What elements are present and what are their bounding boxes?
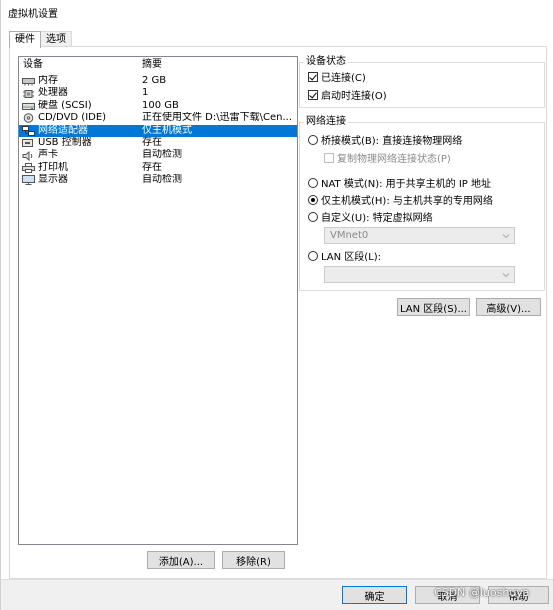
device-list[interactable]: 设备 摘要 内存 2 GB 处理器 1 硬盘 (SCSI) 100 GB CD/… xyxy=(18,56,298,545)
printer-icon xyxy=(22,162,35,173)
replicate-state-row[interactable]: 复制物理网络连接状态(P) xyxy=(324,151,451,165)
lan-segment-select[interactable] xyxy=(324,266,515,283)
custom-radio-row[interactable]: 自定义(U): 特定虚拟网络 xyxy=(308,210,433,224)
tab-hardware[interactable]: 硬件 xyxy=(9,31,41,48)
nat-label: NAT 模式(N): 用于共享主机的 IP 地址 xyxy=(321,179,491,190)
connected-checkbox[interactable] xyxy=(308,71,318,82)
connect-at-power-on-row[interactable]: 启动时连接(O) xyxy=(308,88,387,102)
tab-options[interactable]: 选项 xyxy=(40,31,72,47)
chevron-down-icon xyxy=(502,234,510,239)
title-bar[interactable]: 虚拟机设置 xyxy=(1,0,553,25)
connected-label: 已连接(C) xyxy=(321,73,366,84)
custom-radio[interactable] xyxy=(308,211,318,222)
device-status-group: 设备状态 已连接(C) 启动时连接(O) xyxy=(299,56,545,108)
device-summary: 自动检测 xyxy=(142,149,182,161)
host-only-radio[interactable] xyxy=(308,194,318,205)
bridged-radio[interactable] xyxy=(308,134,318,145)
nat-radio[interactable] xyxy=(308,177,318,188)
device-summary: 1 xyxy=(142,87,149,99)
device-row-network-adapter[interactable]: 网络适配器 仅主机模式 xyxy=(19,124,297,137)
lan-segment-radio[interactable] xyxy=(308,250,318,261)
device-rows: 内存 2 GB 处理器 1 硬盘 (SCSI) 100 GB CD/DVD (I… xyxy=(19,75,297,187)
device-name: CD/DVD (IDE) xyxy=(38,112,107,124)
device-row-printer[interactable]: 打印机 存在 xyxy=(19,162,297,174)
add-device-button[interactable]: 添加(A)... xyxy=(147,551,215,569)
device-name: 声卡 xyxy=(38,149,58,161)
device-summary: 仅主机模式 xyxy=(142,124,192,136)
device-summary: 存在 xyxy=(142,136,162,148)
lan-segment-label: LAN 区段(L): xyxy=(321,252,382,263)
custom-network-select[interactable]: VMnet0 xyxy=(324,227,515,244)
ok-button[interactable]: 确定 xyxy=(342,586,407,604)
host-only-label: 仅主机模式(H): 与主机共享的专用网络 xyxy=(321,196,493,207)
device-summary: 2 GB xyxy=(142,75,167,86)
connect-at-power-on-label: 启动时连接(O) xyxy=(321,91,387,102)
monitor-icon xyxy=(22,175,35,186)
usb-icon xyxy=(22,138,35,148)
processor-icon xyxy=(22,89,35,99)
device-summary: 存在 xyxy=(142,161,162,173)
network-adapter-icon xyxy=(22,125,35,136)
device-name: USB 控制器 xyxy=(38,136,92,148)
host-only-radio-row[interactable]: 仅主机模式(H): 与主机共享的专用网络 xyxy=(308,193,493,207)
device-row-display[interactable]: 显示器 自动检测 xyxy=(19,174,297,186)
device-row-hard-disk[interactable]: 硬盘 (SCSI) 100 GB xyxy=(19,100,297,112)
device-name: 硬盘 (SCSI) xyxy=(38,99,92,111)
network-connection-group: 网络连接 桥接模式(B): 直接连接物理网络 复制物理网络连接状态(P) NAT… xyxy=(299,116,545,291)
device-summary: 100 GB xyxy=(142,99,179,111)
lan-segments-button[interactable]: LAN 区段(S)... xyxy=(397,298,470,316)
speaker-icon xyxy=(22,150,35,161)
device-row-usb-controller[interactable]: USB 控制器 存在 xyxy=(19,137,297,149)
chevron-down-icon xyxy=(502,273,510,278)
lan-segment-radio-row[interactable]: LAN 区段(L): xyxy=(308,249,382,263)
virtual-machine-settings-window: 虚拟机设置 硬件 选项 设备 摘要 内存 2 GB 处理器 1 硬盘 (SCSI… xyxy=(0,0,554,610)
replicate-state-label: 复制物理网络连接状态(P) xyxy=(337,154,451,165)
device-row-processor[interactable]: 处理器 1 xyxy=(19,87,297,99)
device-row-sound-card[interactable]: 声卡 自动检测 xyxy=(19,149,297,161)
advanced-button[interactable]: 高级(V)... xyxy=(476,298,541,316)
custom-network-value: VMnet0 xyxy=(330,230,369,241)
network-connection-title: 网络连接 xyxy=(304,116,348,128)
bridged-radio-row[interactable]: 桥接模式(B): 直接连接物理网络 xyxy=(308,133,463,147)
device-row-cd-dvd[interactable]: CD/DVD (IDE) 正在使用文件 D:\迅雷下载\Cen... xyxy=(19,112,297,124)
device-name: 显示器 xyxy=(38,174,68,186)
custom-label: 自定义(U): 特定虚拟网络 xyxy=(321,213,433,224)
nat-radio-row[interactable]: NAT 模式(N): 用于共享主机的 IP 地址 xyxy=(308,176,491,190)
column-header-device[interactable]: 设备 xyxy=(19,57,140,72)
device-name: 内存 xyxy=(38,75,58,86)
device-summary: 正在使用文件 D:\迅雷下载\Cen... xyxy=(142,112,292,124)
device-name: 处理器 xyxy=(38,87,68,99)
column-header-summary[interactable]: 摘要 xyxy=(140,57,162,72)
device-row-memory[interactable]: 内存 2 GB xyxy=(19,75,297,87)
device-status-title: 设备状态 xyxy=(304,56,348,68)
memory-icon xyxy=(22,76,35,86)
hard-disk-icon xyxy=(22,101,35,111)
device-summary: 自动检测 xyxy=(142,174,182,186)
device-name: 打印机 xyxy=(38,161,68,173)
device-list-header: 设备 摘要 xyxy=(19,57,297,72)
device-name: 网络适配器 xyxy=(38,124,88,136)
remove-device-button[interactable]: 移除(R) xyxy=(222,551,285,569)
connected-checkbox-row[interactable]: 已连接(C) xyxy=(308,70,366,84)
replicate-state-checkbox[interactable] xyxy=(324,152,334,163)
window-title: 虚拟机设置 xyxy=(8,9,58,20)
bridged-label: 桥接模式(B): 直接连接物理网络 xyxy=(321,136,463,147)
cd-dvd-icon xyxy=(22,113,35,124)
watermark-text: CSDN @luoshuya xyxy=(434,586,530,599)
connect-at-power-on-checkbox[interactable] xyxy=(308,89,318,100)
tab-strip: 硬件 选项 xyxy=(9,31,72,48)
